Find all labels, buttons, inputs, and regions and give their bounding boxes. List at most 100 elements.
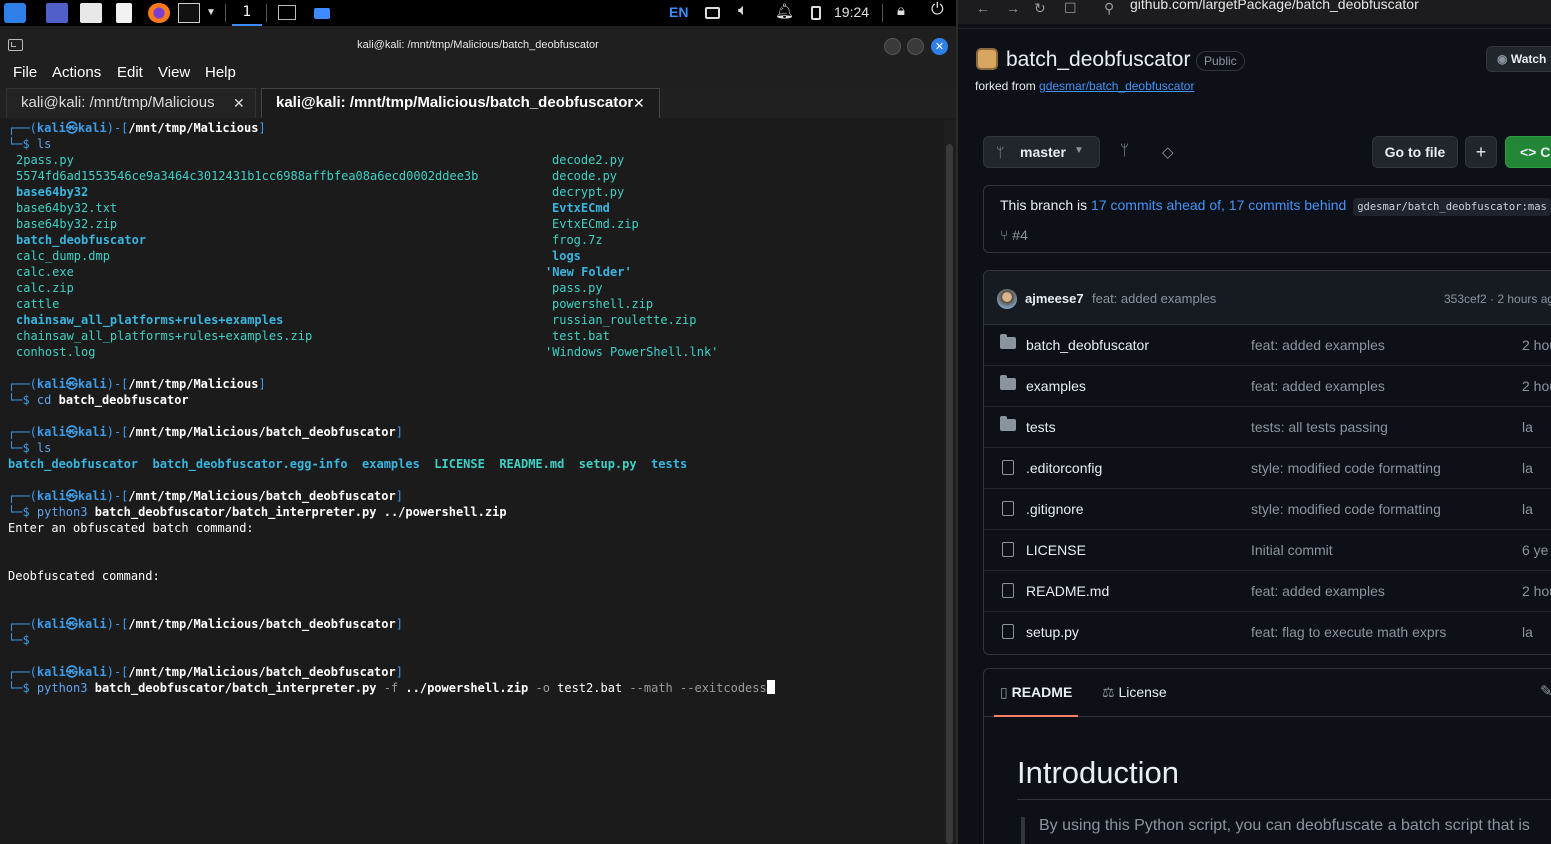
file-row-examples[interactable]: examples feat: added examples 2 hou <box>984 366 1551 407</box>
commits-ahead-link[interactable]: 17 commits ahead of, <box>1091 197 1225 213</box>
file-row-gitignore[interactable]: .gitignore style: modified code formatti… <box>984 489 1551 530</box>
readme-blockquote: By using this Python script, you can deo… <box>1021 817 1530 844</box>
file-name[interactable]: README.md <box>1026 583 1109 599</box>
readme-tab-bar: ▯ README ⚖ License ✎ <box>984 669 1551 717</box>
url-field[interactable]: github.com/largetPackage/batch_deobfusca… <box>1130 0 1419 12</box>
close-button[interactable]: ✕ <box>931 38 948 55</box>
launcher-chevron-down-icon[interactable]: ▼ <box>206 7 216 18</box>
file-name[interactable]: .editorconfig <box>1026 460 1102 476</box>
file-row-setup[interactable]: setup.py feat: flag to execute math expr… <box>984 612 1551 653</box>
file-commit-message[interactable]: tests: all tests passing <box>1251 419 1388 435</box>
file-row-readme[interactable]: README.md feat: added examples 2 hou <box>984 571 1551 612</box>
file-row-tests[interactable]: tests tests: all tests passing la <box>984 407 1551 448</box>
avatar[interactable] <box>997 289 1017 309</box>
scale-icon: ⚖ <box>1102 684 1115 700</box>
terminal-scrollbar[interactable] <box>944 120 956 844</box>
maximize-button[interactable] <box>907 38 924 55</box>
logout-icon[interactable]: ⏻ <box>931 1 944 19</box>
forward-icon[interactable]: → <box>1006 0 1020 16</box>
file-manager-icon[interactable] <box>80 3 102 23</box>
file-commit-message[interactable]: feat: flag to execute math exprs <box>1251 624 1446 640</box>
text-editor-icon[interactable] <box>116 3 132 23</box>
ls-entry: calc_dump.dmp <box>16 249 110 263</box>
code-button[interactable]: <> C <box>1505 136 1551 168</box>
file-row-license[interactable]: LICENSE Initial commit 6 ye <box>984 530 1551 571</box>
forked-from: forked from gdesmar/batch_deobfuscator <box>975 79 1195 93</box>
terminal-launcher-icon[interactable] <box>178 3 200 23</box>
ls-entry: test.bat <box>552 329 610 343</box>
reload-icon[interactable]: ↻ <box>1034 0 1046 17</box>
file-commit-message[interactable]: feat: added examples <box>1251 378 1385 394</box>
tab-malicious[interactable]: kali@kali: /mnt/tmp/Malicious ✕ <box>6 88 256 118</box>
branch-select-button[interactable]: ᛘ master ▼ <box>983 136 1100 168</box>
tab-close-icon[interactable]: ✕ <box>233 89 245 117</box>
tab-readme[interactable]: ▯ README <box>994 669 1079 717</box>
file-name[interactable]: examples <box>1026 378 1086 394</box>
file-commit-message[interactable]: style: modified code formatting <box>1251 460 1441 476</box>
file-commit-message[interactable]: feat: added examples <box>1251 583 1385 599</box>
menu-actions[interactable]: Actions <box>52 64 101 81</box>
menu-view[interactable]: View <box>158 64 190 81</box>
file-commit-message[interactable]: feat: added examples <box>1251 337 1385 353</box>
file-name[interactable]: batch_deobfuscator <box>1026 337 1149 353</box>
notification-bell-icon[interactable]: 🔔︎ <box>775 2 794 20</box>
ls-entry: EvtxECmd.zip <box>552 217 639 231</box>
file-row-editorconfig[interactable]: .editorconfig style: modified code forma… <box>984 448 1551 489</box>
kali-menu-icon[interactable] <box>4 3 26 23</box>
file-name[interactable]: LICENSE <box>1026 542 1086 558</box>
bookmark-icon[interactable]: ☐ <box>1064 0 1077 17</box>
repo-owner-avatar[interactable] <box>976 48 998 70</box>
ls-entry: frog.7z <box>552 233 603 247</box>
terminal-window-icon <box>8 39 23 51</box>
fork-source-link[interactable]: gdesmar/batch_deobfuscator <box>1039 79 1194 93</box>
file-row-batch-deobfuscator[interactable]: batch_deobfuscator feat: added examples … <box>984 325 1551 366</box>
tag-icon[interactable]: ◇ <box>1162 143 1174 161</box>
file-name[interactable]: setup.py <box>1026 624 1079 640</box>
language-indicator[interactable]: EN <box>669 4 688 20</box>
menu-file[interactable]: File <box>13 64 37 81</box>
file-name[interactable]: tests <box>1026 419 1056 435</box>
workspace-1[interactable]: 1 <box>232 0 262 26</box>
latest-commit-bar: ajmeese7 feat: added examples 353cef2 · … <box>984 271 1551 325</box>
add-file-button[interactable]: + <box>1465 136 1497 168</box>
commits-behind-link[interactable]: 17 commits behind <box>1229 197 1347 213</box>
commit-author[interactable]: ajmeese7 <box>1025 291 1084 306</box>
prompt-line: ┌──(kali㉿kali)-[/mnt/tmp/Malicious/batch… <box>8 425 403 439</box>
terminal-output[interactable]: ┌──(kali㉿kali)-[/mnt/tmp/Malicious] └─$ … <box>0 120 944 844</box>
battery-icon[interactable] <box>811 6 821 20</box>
pull-request-link[interactable]: ⑂ #4 <box>1000 227 1028 243</box>
file-commit-message[interactable]: style: modified code formatting <box>1251 501 1441 517</box>
tab-license[interactable]: ⚖ License <box>1102 684 1167 701</box>
back-icon[interactable]: ← <box>976 0 990 16</box>
repo-name[interactable]: batch_deobfuscator <box>1006 48 1190 72</box>
firefox-icon[interactable] <box>148 3 170 23</box>
display-icon[interactable] <box>705 7 720 19</box>
desktop-icon[interactable] <box>46 3 68 23</box>
volume-icon[interactable]: 🔈︎ <box>738 2 748 20</box>
lock-icon[interactable]: 🔒︎ <box>897 2 905 19</box>
current-command-line[interactable]: └─$ python3 batch_deobfuscator/batch_int… <box>8 680 775 696</box>
terminal-task-icon[interactable] <box>278 5 296 20</box>
branches-icon[interactable]: ᛘ <box>1120 142 1129 159</box>
watch-button[interactable]: ◉ Watch <box>1486 46 1551 72</box>
prompt-line: ┌──(kali㉿kali)-[/mnt/tmp/Malicious] <box>8 377 266 391</box>
tab-batch-deobfuscator[interactable]: kali@kali: /mnt/tmp/Malicious/batch_deob… <box>261 88 660 118</box>
site-info-icon[interactable]: ⚲ <box>1104 0 1114 17</box>
tab-close-icon[interactable]: ✕ <box>633 89 645 117</box>
edit-pencil-icon[interactable]: ✎ <box>1540 682 1551 700</box>
commit-message[interactable]: feat: added examples <box>1092 291 1216 306</box>
scroll-thumb[interactable] <box>946 144 953 844</box>
minimize-button[interactable] <box>884 38 901 55</box>
terminal-title: kali@kali: /mnt/tmp/Malicious/batch_deob… <box>357 39 599 51</box>
menu-edit[interactable]: Edit <box>117 64 143 81</box>
folder-task-icon[interactable] <box>314 8 330 19</box>
file-commit-message[interactable]: Initial commit <box>1251 542 1333 558</box>
ls-entry: 'New Folder' <box>545 265 632 279</box>
file-name[interactable]: .gitignore <box>1026 501 1084 517</box>
menu-help[interactable]: Help <box>205 64 236 81</box>
file-age: 6 ye <box>1522 542 1549 558</box>
go-to-file-button[interactable]: Go to file <box>1372 136 1458 168</box>
commit-meta[interactable]: 353cef2 · 2 hours ag <box>1444 292 1551 306</box>
clock[interactable]: 19:24 <box>834 4 869 20</box>
ls-entry: conhost.log <box>16 345 96 359</box>
